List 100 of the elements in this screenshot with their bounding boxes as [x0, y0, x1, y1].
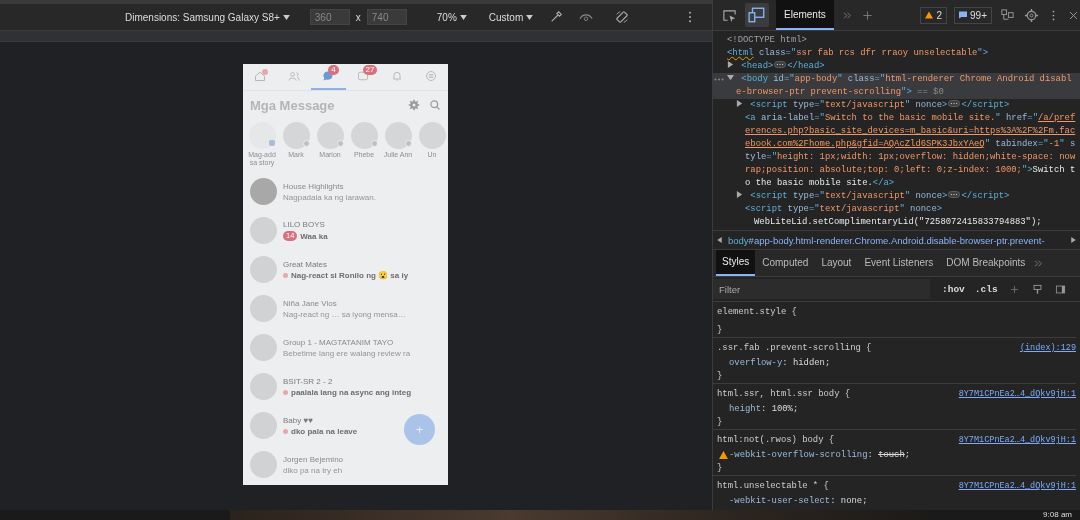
caret-icon: [282, 14, 290, 20]
chat-name: Niña Jane Vios: [283, 298, 338, 308]
avatar: [250, 178, 277, 205]
message-preview: dko pala na leave: [291, 426, 358, 436]
breadcrumb-path[interactable]: body#app-body.html-renderer.Chrome.Android.disable-browser-ptr.prevent-: [728, 234, 1065, 246]
warnings-count: 2: [936, 9, 943, 21]
chat-name: BSIT-SR 2 - 2: [283, 376, 334, 386]
message-preview: paalala lang na async ang integ: [291, 387, 412, 397]
ellipsis-icon: [714, 78, 724, 81]
clock: 9:08 am: [1043, 510, 1072, 520]
filter-field[interactable]: Filter: [713, 279, 930, 299]
avatar: [250, 217, 277, 244]
css-selector: html.unselectable * {: [717, 481, 829, 491]
house-icon: [254, 70, 267, 82]
dom-node-line[interactable]: <!DOCTYPE html>: [713, 34, 1080, 47]
chat-name: Baby ♥♥: [283, 415, 314, 425]
notification-count: 27: [362, 65, 378, 75]
chat-name: LILO BOYS: [283, 220, 326, 229]
dom-node-line[interactable]: <script type="text/javascript" nonce> </script>: [713, 99, 1080, 112]
rotate-icon[interactable]: [615, 10, 630, 24]
panel-tab[interactable]: Computed: [756, 251, 815, 275]
closing-brace: }: [717, 417, 723, 427]
messages-counter[interactable]: 99+: [954, 6, 992, 24]
device-toggle-icon[interactable]: [745, 3, 769, 27]
more-options-icon[interactable]: [688, 11, 692, 23]
avatar: [250, 412, 277, 439]
message-preview: Nagpadala ka ng larawan.: [283, 192, 376, 202]
ellipsis-icon[interactable]: [774, 61, 787, 68]
bell-icon: [390, 70, 403, 82]
device-dimensions-dropdown[interactable]: Dimensions: Samsung Galaxy S8+: [125, 11, 290, 23]
unread-dot: [283, 428, 288, 434]
chat-name: House Highlights: [283, 181, 345, 191]
css-declaration[interactable]: overflow-y: hidden;: [729, 358, 831, 368]
chat-name: Great Mates: [283, 259, 328, 269]
dom-node-line[interactable]: WebLiteLid.setComplimentaryLid("7258072415833794883");: [713, 216, 1080, 229]
zoom-dropdown[interactable]: 70%: [436, 11, 467, 23]
closing-brace: }: [717, 325, 723, 335]
dom-node-line[interactable]: <head> </head>: [713, 60, 1080, 73]
ellipsis-icon[interactable]: [948, 191, 961, 198]
caret-icon: [526, 14, 534, 20]
source-link[interactable]: 8Y7M1CPnEa2…4_dQkv9jH:1: [958, 389, 1076, 399]
plus-icon[interactable]: [860, 8, 874, 22]
source-link[interactable]: 8Y7M1CPnEa2…4_dQkv9jH:1: [958, 435, 1076, 445]
css-selector: html.ssr, html.ssr body {: [717, 389, 851, 399]
sidebar-toggle-icon[interactable]: [1053, 282, 1067, 296]
css-declaration[interactable]: height: 100%;: [729, 404, 799, 414]
class-button[interactable]: .cls: [974, 283, 998, 295]
message-preview: Waa ka: [300, 231, 328, 241]
panel-tab[interactable]: Styles: [716, 250, 756, 276]
closing-brace: }: [717, 463, 723, 473]
unread-dot: [283, 389, 288, 395]
unread-dot: [283, 272, 288, 278]
expanded-triangle-icon[interactable]: [727, 74, 734, 81]
avatar: [250, 295, 277, 322]
paint-roller-icon[interactable]: [1030, 282, 1044, 296]
dom-node-line[interactable]: <a aria-label="Switch to the basic mobile site." href="/a/preferences.php?basic_site_devices=m_basic&uri=https%3A%2F%2Fm.facebook.com%2Fhome.php&gfid=AQAcZld6SPK3JbxYAeQ" tabindex="-1" style="height: 1px;width: 1px;overflow: hidden;white-space: nowrap;position: absolute;top: 0;left: 0;z-index: 1000;">Switch to the basic mobile site.</a>: [713, 112, 1080, 190]
css-selector: element.style {: [717, 307, 797, 317]
dom-node-line[interactable]: <script type="text/javascript" nonce> </script>: [713, 190, 1080, 203]
throttle-dropdown[interactable]: Custom: [488, 11, 534, 23]
panel-tab[interactable]: Layout: [815, 251, 858, 275]
chat-name: Group 1 - MAGTATANIM TAYO: [283, 337, 395, 347]
page-title: Mga Message: [250, 97, 336, 113]
warnings-counter[interactable]: 2: [920, 6, 948, 24]
avatar: [250, 373, 277, 400]
dom-node-line[interactable]: <script type="text/javascript" nonce>: [713, 203, 1080, 216]
collapsed-triangle-icon[interactable]: [727, 61, 734, 68]
source-link[interactable]: 8Y7M1CPnEa2…4_dQkv9jH:1: [958, 481, 1076, 491]
ellipsis-icon[interactable]: [948, 100, 961, 107]
css-declaration[interactable]: -webkit-overflow-scrolling: touch;: [729, 450, 911, 460]
avatar: [250, 451, 277, 478]
elements-tab[interactable]: Elements: [776, 0, 834, 30]
css-selector: .ssr.fab .prevent-scrolling {: [717, 343, 872, 353]
closing-brace: }: [717, 371, 723, 381]
dom-node-line[interactable]: <html class="ssr fab rcs dfr rraoy unselectable">: [713, 47, 1080, 60]
panel-tab[interactable]: Event Listeners: [858, 251, 940, 275]
menu-icon: [424, 70, 437, 82]
avatar: [250, 256, 277, 283]
css-declaration[interactable]: -webkit-user-select: none;: [729, 496, 868, 506]
collapsed-triangle-icon[interactable]: [736, 191, 743, 198]
hover-state-button[interactable]: :hov: [942, 283, 965, 295]
warning-icon: [925, 11, 934, 19]
collapsed-triangle-icon[interactable]: [736, 100, 743, 107]
scroll-left-icon[interactable]: [717, 237, 722, 243]
chat-name: Jorgen Bejemino: [283, 454, 344, 464]
panel-tab[interactable]: DOM Breakpoints: [940, 251, 1032, 275]
square-icon: [356, 70, 369, 82]
messages-count: 99+: [970, 9, 987, 21]
css-selector: html:not(.rwos) body {: [717, 435, 835, 445]
message-icon: [959, 11, 968, 19]
people-icon: [288, 70, 301, 82]
caret-icon: [459, 14, 467, 20]
scroll-right-icon[interactable]: [1071, 237, 1076, 243]
avatar: [250, 334, 277, 361]
message-preview: Bebetime lang ere walang review ra: [283, 348, 411, 358]
notification-count: 4: [328, 65, 339, 75]
message-preview: Nag-react ng … sa iyong mensa…: [283, 309, 406, 319]
message-preview: diko pa na try eh: [283, 465, 343, 475]
source-link[interactable]: (index):129: [1019, 343, 1076, 353]
times-sign: x: [355, 11, 361, 23]
message-preview: Nag-react si Ronilo ng 😮 sa iy: [291, 270, 409, 280]
